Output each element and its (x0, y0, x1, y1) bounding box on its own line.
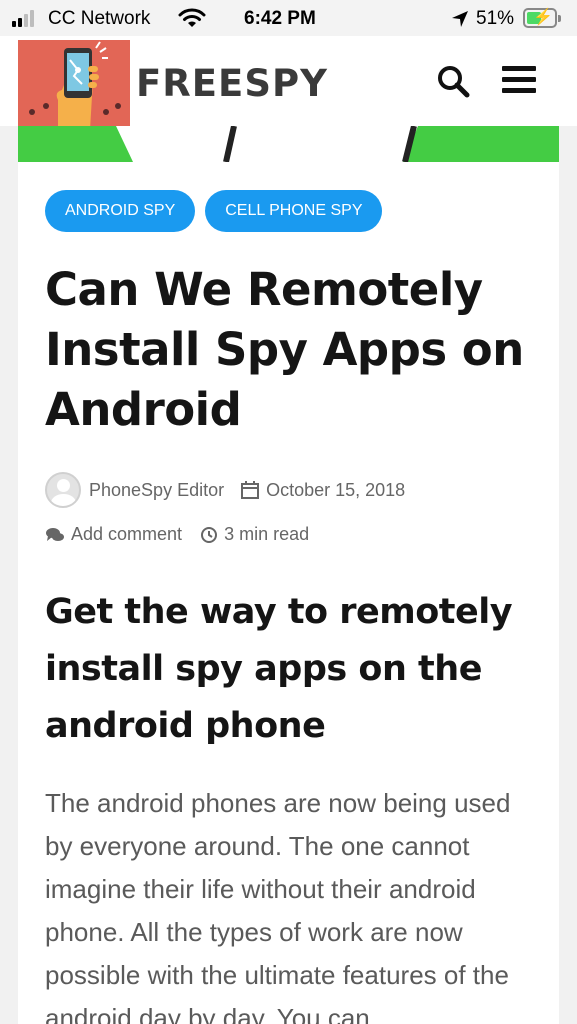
site-brand-name[interactable]: FREESPY (136, 62, 328, 105)
article-body-text: The android phones are now being used by… (45, 788, 511, 1024)
article-meta-comments-readtime: Add comment 3 min read (45, 524, 309, 545)
featured-image[interactable] (18, 126, 559, 162)
location-arrow-icon (452, 11, 468, 27)
clock-icon (201, 526, 218, 543)
cellular-signal-icon (12, 10, 34, 27)
author-avatar[interactable] (45, 472, 81, 508)
wifi-icon (178, 8, 206, 27)
battery-charging-icon: ⚡ (523, 8, 561, 28)
site-header: FREESPY (0, 36, 577, 130)
clock: 6:42 PM (244, 8, 316, 29)
article-tags: ANDROID SPY CELL PHONE SPY (45, 190, 383, 232)
read-time: 3 min read (224, 524, 310, 544)
article-subheading: Get the way to remotely install spy apps… (45, 592, 513, 746)
article-title: Can We Remotely Install Spy Apps on Andr… (45, 263, 524, 436)
author-name[interactable]: PhoneSpy Editor (89, 480, 224, 501)
phone-in-hand-logo-icon[interactable] (18, 40, 130, 130)
carrier-name: CC Network (48, 8, 151, 29)
status-bar: CC Network 6:42 PM 51% ⚡ (0, 0, 577, 36)
hamburger-menu-icon[interactable] (502, 66, 536, 96)
comments-icon (46, 527, 64, 541)
add-comment-link[interactable]: Add comment (71, 524, 182, 545)
publish-date: October 15, 2018 (266, 479, 406, 500)
calendar-icon (241, 481, 260, 499)
tag-cell-phone-spy[interactable]: CELL PHONE SPY (205, 190, 383, 232)
battery-percentage: 51% (476, 8, 515, 29)
tag-android-spy[interactable]: ANDROID SPY (45, 190, 196, 232)
article-meta-author-date: PhoneSpy Editor October 15, 2018 (45, 472, 405, 508)
article-card: ANDROID SPY CELL PHONE SPY Can We Remote… (18, 126, 559, 1024)
search-icon[interactable] (436, 64, 470, 98)
